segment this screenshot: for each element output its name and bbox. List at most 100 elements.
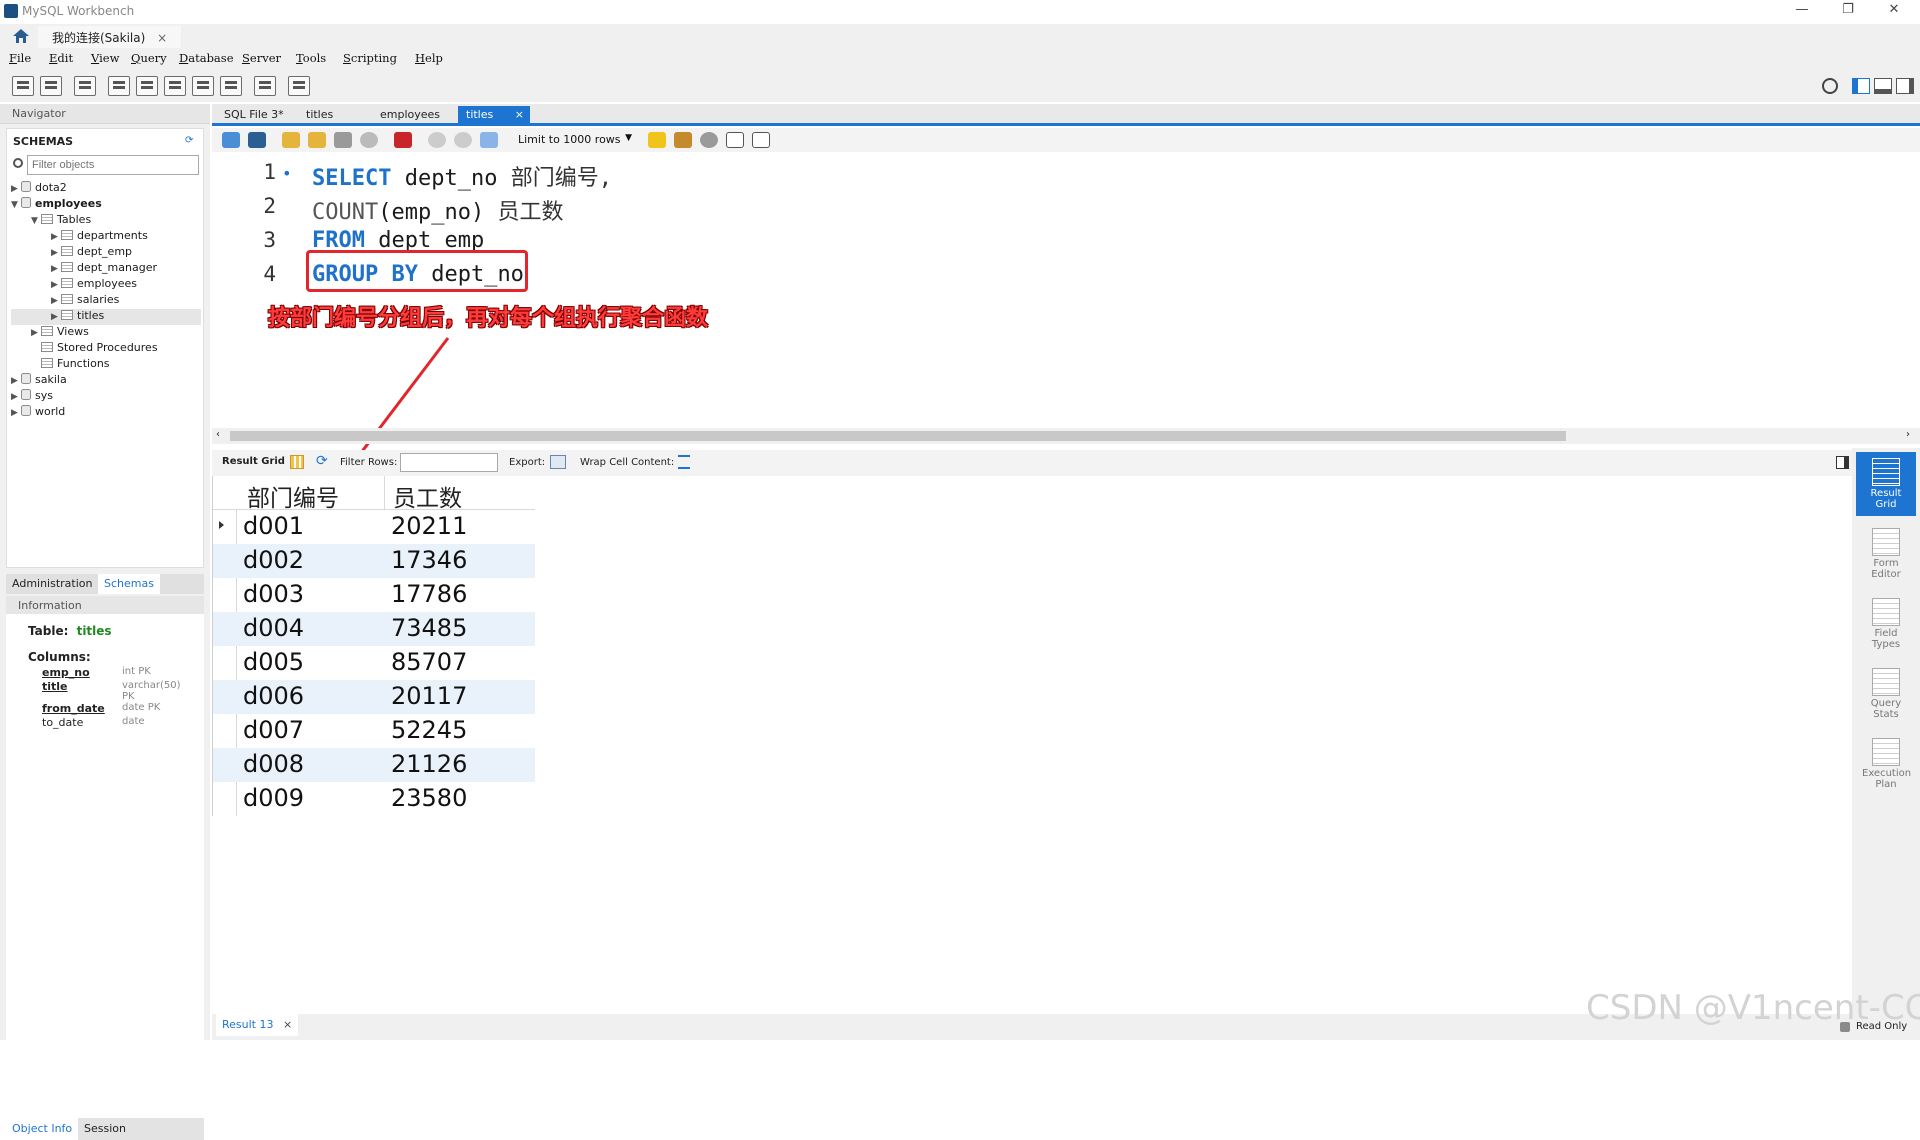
open-file-icon[interactable] — [222, 132, 240, 148]
tree-item-views[interactable]: ▶ Views — [11, 325, 201, 341]
cell-dept-no[interactable]: d005 — [243, 648, 304, 676]
collapse-arrow-icon[interactable]: ▼ — [31, 216, 41, 226]
find-icon[interactable] — [700, 132, 718, 148]
tree-item-world[interactable]: ▶ world — [11, 405, 201, 421]
menu-file[interactable]: File — [9, 51, 31, 65]
side-execution-plan[interactable]: Execution Plan — [1856, 732, 1916, 796]
explain-icon[interactable] — [334, 132, 352, 148]
menu-scripting[interactable]: Scripting — [343, 51, 397, 65]
toggle-secondary-sidebar-icon[interactable] — [1896, 78, 1914, 94]
menu-help[interactable]: Help — [415, 51, 443, 65]
restore-button[interactable]: ❐ — [1830, 2, 1866, 22]
word-wrap-icon[interactable] — [752, 132, 770, 148]
refresh-icon[interactable]: ⟳ — [316, 453, 328, 469]
tree-item-functions[interactable]: Functions — [11, 357, 201, 373]
cell-dept-no[interactable]: d001 — [243, 512, 304, 540]
menu-edit[interactable]: Edit — [49, 51, 73, 65]
expand-arrow-icon[interactable]: ▶ — [51, 312, 61, 322]
tab-schemas[interactable]: Schemas — [98, 574, 160, 594]
cell-employee-count[interactable]: 20211 — [391, 512, 467, 540]
cell-employee-count[interactable]: 17346 — [391, 546, 467, 574]
column-header-dept[interactable]: 部门编号 — [247, 479, 339, 513]
tree-item-dota2[interactable]: ▶ dota2 — [11, 181, 201, 197]
cell-dept-no[interactable]: d006 — [243, 682, 304, 710]
stop-icon[interactable] — [360, 132, 378, 148]
commit-icon[interactable] — [428, 132, 446, 148]
table-row[interactable]: d008 21126 — [213, 748, 535, 782]
cell-employee-count[interactable]: 52245 — [391, 716, 467, 744]
execute-icon[interactable] — [282, 132, 300, 148]
expand-arrow-icon[interactable]: ▶ — [31, 328, 41, 338]
cell-dept-no[interactable]: d003 — [243, 580, 304, 608]
tree-item-stored-procedures[interactable]: Stored Procedures — [11, 341, 201, 357]
open-sql-script-icon[interactable] — [40, 76, 62, 96]
scrollbar-thumb[interactable] — [230, 431, 1566, 441]
minimize-button[interactable]: — — [1784, 2, 1820, 22]
toggle-panel-icon[interactable] — [1836, 456, 1849, 469]
create-schema-icon[interactable] — [108, 76, 130, 96]
wrap-cell-icon[interactable] — [678, 455, 690, 469]
result-tab[interactable]: Result 13 × — [216, 1014, 299, 1036]
cell-employee-count[interactable]: 20117 — [391, 682, 467, 710]
column-separator[interactable] — [384, 476, 385, 510]
create-procedure-icon[interactable] — [192, 76, 214, 96]
close-button[interactable]: ✕ — [1876, 2, 1912, 22]
menu-server[interactable]: Server — [242, 51, 281, 65]
menu-tools[interactable]: Tools — [296, 51, 326, 65]
cell-dept-no[interactable]: d009 — [243, 784, 304, 812]
add-snippet-star-icon[interactable] — [648, 132, 666, 148]
cell-dept-no[interactable]: d004 — [243, 614, 304, 642]
invisible-chars-icon[interactable] — [726, 132, 744, 148]
expand-arrow-icon[interactable]: ▶ — [11, 376, 21, 386]
result-grid[interactable]: 部门编号 员工数 d001 20211 d002 17346 d003 17786 d004… — [212, 476, 535, 816]
autocommit-icon[interactable] — [480, 132, 498, 148]
table-row[interactable]: d006 20117 — [213, 680, 535, 714]
tab-titles-active[interactable]: titles × — [458, 106, 530, 124]
cell-dept-no[interactable]: d002 — [243, 546, 304, 574]
table-row[interactable]: d005 85707 — [213, 646, 535, 680]
reconnect-icon[interactable] — [288, 76, 310, 96]
table-row[interactable]: d007 52245 — [213, 714, 535, 748]
side-field-types[interactable]: Field Types — [1856, 592, 1916, 656]
table-row[interactable]: d002 17346 — [213, 544, 535, 578]
tree-item-dept_emp[interactable]: ▶ dept_emp — [11, 245, 201, 261]
save-icon[interactable] — [248, 132, 266, 148]
create-function-icon[interactable] — [220, 76, 242, 96]
search-table-data-icon[interactable] — [254, 76, 276, 96]
tree-item-dept_manager[interactable]: ▶ dept_manager — [11, 261, 201, 277]
result-tab-close-icon[interactable]: × — [283, 1018, 292, 1031]
expand-arrow-icon[interactable]: ▶ — [11, 392, 21, 402]
connection-tab[interactable]: 我的连接(Sakila) × — [38, 26, 182, 48]
tree-item-titles[interactable]: ▶ titles — [11, 309, 201, 325]
create-view-icon[interactable] — [164, 76, 186, 96]
toggle-output-icon[interactable] — [1874, 78, 1892, 94]
scroll-right-icon[interactable]: › — [1906, 429, 1910, 440]
export-icon[interactable] — [550, 455, 566, 469]
tab-titles[interactable]: titles — [298, 106, 341, 124]
rollback-icon[interactable] — [454, 132, 472, 148]
expand-arrow-icon[interactable]: ▶ — [51, 296, 61, 306]
tree-item-sys[interactable]: ▶ sys — [11, 389, 201, 405]
collapse-arrow-icon[interactable]: ▼ — [11, 200, 21, 210]
cell-employee-count[interactable]: 17786 — [391, 580, 467, 608]
cell-dept-no[interactable]: d008 — [243, 750, 304, 778]
execute-current-icon[interactable] — [308, 132, 326, 148]
tree-item-tables[interactable]: ▼ Tables — [11, 213, 201, 229]
tab-administration[interactable]: Administration — [12, 577, 93, 590]
result-grid-label[interactable]: Result Grid — [222, 456, 285, 467]
expand-arrow-icon[interactable]: ▶ — [51, 280, 61, 290]
side-form-editor[interactable]: Form Editor — [1856, 522, 1916, 586]
expand-arrow-icon[interactable]: ▶ — [11, 408, 21, 418]
tab-object-info[interactable]: Object Info — [6, 1118, 79, 1140]
tab-employees[interactable]: employees — [372, 106, 448, 124]
grid-icon[interactable] — [290, 455, 304, 469]
expand-arrow-icon[interactable]: ▶ — [11, 184, 21, 194]
new-sql-tab-icon[interactable] — [12, 76, 34, 96]
tab-sql-file-3[interactable]: SQL File 3* — [216, 106, 292, 124]
tree-item-salaries[interactable]: ▶ salaries — [11, 293, 201, 309]
expand-arrow-icon[interactable]: ▶ — [51, 232, 61, 242]
menu-view[interactable]: View — [91, 51, 119, 65]
tree-item-sakila[interactable]: ▶ sakila — [11, 373, 201, 389]
expand-arrow-icon[interactable]: ▶ — [51, 264, 61, 274]
table-row[interactable]: d001 20211 — [213, 510, 535, 544]
